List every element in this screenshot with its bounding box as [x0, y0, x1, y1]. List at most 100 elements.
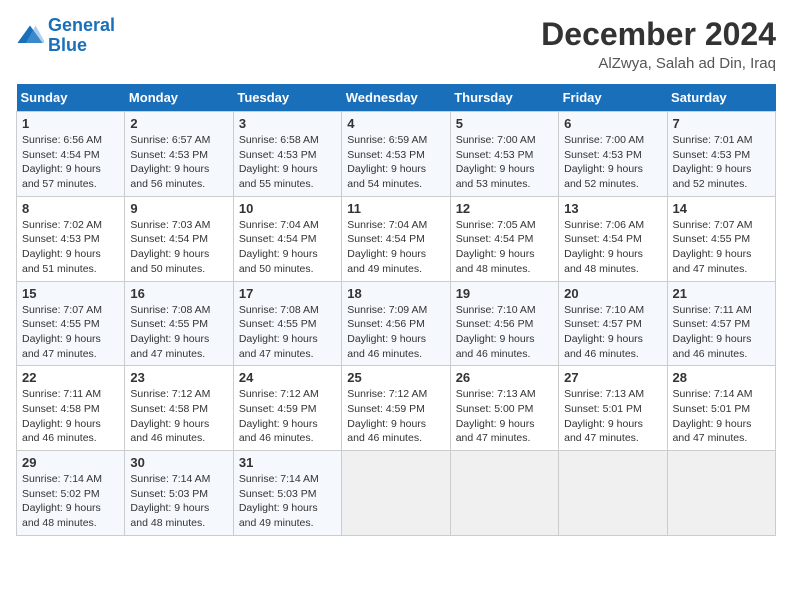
- day-number: 6: [564, 116, 661, 131]
- weekday-tuesday: Tuesday: [233, 84, 341, 112]
- day-number: 2: [130, 116, 227, 131]
- day-number: 14: [673, 201, 770, 216]
- day-detail: Sunrise: 7:00 AMSunset: 4:53 PMDaylight:…: [456, 134, 536, 190]
- calendar-week-4: 22 Sunrise: 7:11 AMSunset: 4:58 PMDayligh…: [17, 366, 776, 451]
- day-number: 18: [347, 286, 444, 301]
- weekday-wednesday: Wednesday: [342, 84, 450, 112]
- day-number: 21: [673, 286, 770, 301]
- calendar-table: SundayMondayTuesdayWednesdayThursdayFrid…: [16, 84, 776, 536]
- calendar-cell: [342, 451, 450, 536]
- day-detail: Sunrise: 7:03 AMSunset: 4:54 PMDaylight:…: [130, 219, 210, 275]
- calendar-cell: 6 Sunrise: 7:00 AMSunset: 4:53 PMDaylight…: [559, 112, 667, 197]
- calendar-cell: 2 Sunrise: 6:57 AMSunset: 4:53 PMDaylight…: [125, 112, 233, 197]
- day-detail: Sunrise: 7:12 AMSunset: 4:59 PMDaylight:…: [239, 388, 319, 444]
- day-number: 4: [347, 116, 444, 131]
- day-detail: Sunrise: 7:04 AMSunset: 4:54 PMDaylight:…: [347, 219, 427, 275]
- day-number: 15: [22, 286, 119, 301]
- day-detail: Sunrise: 7:09 AMSunset: 4:56 PMDaylight:…: [347, 304, 427, 360]
- calendar-cell: 27 Sunrise: 7:13 AMSunset: 5:01 PMDayligh…: [559, 366, 667, 451]
- logo: General Blue: [16, 16, 115, 56]
- day-number: 19: [456, 286, 553, 301]
- day-detail: Sunrise: 7:07 AMSunset: 4:55 PMDaylight:…: [22, 304, 102, 360]
- calendar-cell: 28Sunrise: 7:14 AMSunset: 5:01 PMDayligh…: [667, 366, 775, 451]
- day-number: 5: [456, 116, 553, 131]
- calendar-cell: 30Sunrise: 7:14 AMSunset: 5:03 PMDayligh…: [125, 451, 233, 536]
- day-detail: Sunrise: 7:14 AMSunset: 5:03 PMDaylight:…: [239, 473, 319, 529]
- day-number: 20: [564, 286, 661, 301]
- calendar-cell: 18 Sunrise: 7:09 AMSunset: 4:56 PMDayligh…: [342, 281, 450, 366]
- logo-icon: [16, 22, 44, 50]
- calendar-cell: 16 Sunrise: 7:08 AMSunset: 4:55 PMDayligh…: [125, 281, 233, 366]
- day-number: 27: [564, 370, 661, 385]
- month-title: December 2024: [541, 16, 776, 53]
- calendar-week-1: 1Sunrise: 6:56 AMSunset: 4:54 PMDaylight…: [17, 112, 776, 197]
- day-number: 25: [347, 370, 444, 385]
- weekday-thursday: Thursday: [450, 84, 558, 112]
- calendar-cell: 12 Sunrise: 7:05 AMSunset: 4:54 PMDayligh…: [450, 196, 558, 281]
- calendar-cell: 7Sunrise: 7:01 AMSunset: 4:53 PMDaylight…: [667, 112, 775, 197]
- day-number: 17: [239, 286, 336, 301]
- day-number: 10: [239, 201, 336, 216]
- calendar-cell: 19 Sunrise: 7:10 AMSunset: 4:56 PMDayligh…: [450, 281, 558, 366]
- day-number: 31: [239, 455, 336, 470]
- calendar-cell: [450, 451, 558, 536]
- day-number: 8: [22, 201, 119, 216]
- day-detail: Sunrise: 7:13 AMSunset: 5:01 PMDaylight:…: [564, 388, 644, 444]
- day-number: 24: [239, 370, 336, 385]
- calendar-cell: 22 Sunrise: 7:11 AMSunset: 4:58 PMDayligh…: [17, 366, 125, 451]
- calendar-cell: 26 Sunrise: 7:13 AMSunset: 5:00 PMDayligh…: [450, 366, 558, 451]
- day-detail: Sunrise: 7:12 AMSunset: 4:58 PMDaylight:…: [130, 388, 210, 444]
- day-detail: Sunrise: 7:12 AMSunset: 4:59 PMDaylight:…: [347, 388, 427, 444]
- day-detail: Sunrise: 6:57 AMSunset: 4:53 PMDaylight:…: [130, 134, 210, 190]
- day-detail: Sunrise: 7:14 AMSunset: 5:02 PMDaylight:…: [22, 473, 102, 529]
- calendar-body: 1Sunrise: 6:56 AMSunset: 4:54 PMDaylight…: [17, 112, 776, 536]
- day-number: 1: [22, 116, 119, 131]
- day-detail: Sunrise: 7:04 AMSunset: 4:54 PMDaylight:…: [239, 219, 319, 275]
- day-number: 30: [130, 455, 227, 470]
- calendar-week-5: 29Sunrise: 7:14 AMSunset: 5:02 PMDayligh…: [17, 451, 776, 536]
- day-detail: Sunrise: 7:10 AMSunset: 4:57 PMDaylight:…: [564, 304, 644, 360]
- calendar-cell: 13Sunrise: 7:06 AMSunset: 4:54 PMDayligh…: [559, 196, 667, 281]
- day-number: 12: [456, 201, 553, 216]
- day-number: 23: [130, 370, 227, 385]
- day-number: 28: [673, 370, 770, 385]
- day-detail: Sunrise: 7:05 AMSunset: 4:54 PMDaylight:…: [456, 219, 536, 275]
- location-title: AlZwya, Salah ad Din, Iraq: [541, 55, 776, 72]
- calendar-cell: 23 Sunrise: 7:12 AMSunset: 4:58 PMDayligh…: [125, 366, 233, 451]
- logo-blue: Blue: [48, 35, 87, 55]
- day-detail: Sunrise: 7:10 AMSunset: 4:56 PMDaylight:…: [456, 304, 536, 360]
- calendar-cell: 1Sunrise: 6:56 AMSunset: 4:54 PMDaylight…: [17, 112, 125, 197]
- day-detail: Sunrise: 7:08 AMSunset: 4:55 PMDaylight:…: [130, 304, 210, 360]
- calendar-cell: 14 Sunrise: 7:07 AMSunset: 4:55 PMDayligh…: [667, 196, 775, 281]
- calendar-cell: 31 Sunrise: 7:14 AMSunset: 5:03 PMDayligh…: [233, 451, 341, 536]
- day-detail: Sunrise: 7:11 AMSunset: 4:58 PMDaylight:…: [22, 388, 101, 444]
- day-detail: Sunrise: 7:11 AMSunset: 4:57 PMDaylight:…: [673, 304, 752, 360]
- day-detail: Sunrise: 6:58 AMSunset: 4:53 PMDaylight:…: [239, 134, 319, 190]
- weekday-sunday: Sunday: [17, 84, 125, 112]
- calendar-cell: 8 Sunrise: 7:02 AMSunset: 4:53 PMDaylight…: [17, 196, 125, 281]
- day-detail: Sunrise: 7:13 AMSunset: 5:00 PMDaylight:…: [456, 388, 536, 444]
- logo-general: General: [48, 15, 115, 35]
- day-detail: Sunrise: 7:02 AMSunset: 4:53 PMDaylight:…: [22, 219, 102, 275]
- calendar-cell: 10 Sunrise: 7:04 AMSunset: 4:54 PMDayligh…: [233, 196, 341, 281]
- day-detail: Sunrise: 7:00 AMSunset: 4:53 PMDaylight:…: [564, 134, 644, 190]
- calendar-week-2: 8 Sunrise: 7:02 AMSunset: 4:53 PMDaylight…: [17, 196, 776, 281]
- calendar-cell: 29Sunrise: 7:14 AMSunset: 5:02 PMDayligh…: [17, 451, 125, 536]
- day-detail: Sunrise: 7:08 AMSunset: 4:55 PMDaylight:…: [239, 304, 319, 360]
- day-number: 3: [239, 116, 336, 131]
- day-number: 26: [456, 370, 553, 385]
- calendar-cell: [667, 451, 775, 536]
- day-detail: Sunrise: 7:06 AMSunset: 4:54 PMDaylight:…: [564, 219, 644, 275]
- calendar-cell: 24 Sunrise: 7:12 AMSunset: 4:59 PMDayligh…: [233, 366, 341, 451]
- weekday-saturday: Saturday: [667, 84, 775, 112]
- day-number: 22: [22, 370, 119, 385]
- day-detail: Sunrise: 7:07 AMSunset: 4:55 PMDaylight:…: [673, 219, 753, 275]
- calendar-cell: 3 Sunrise: 6:58 AMSunset: 4:53 PMDaylight…: [233, 112, 341, 197]
- calendar-cell: 21 Sunrise: 7:11 AMSunset: 4:57 PMDayligh…: [667, 281, 775, 366]
- logo-text: General Blue: [48, 16, 115, 56]
- day-number: 11: [347, 201, 444, 216]
- calendar-cell: 15 Sunrise: 7:07 AMSunset: 4:55 PMDayligh…: [17, 281, 125, 366]
- day-number: 16: [130, 286, 227, 301]
- weekday-friday: Friday: [559, 84, 667, 112]
- calendar-cell: 25 Sunrise: 7:12 AMSunset: 4:59 PMDayligh…: [342, 366, 450, 451]
